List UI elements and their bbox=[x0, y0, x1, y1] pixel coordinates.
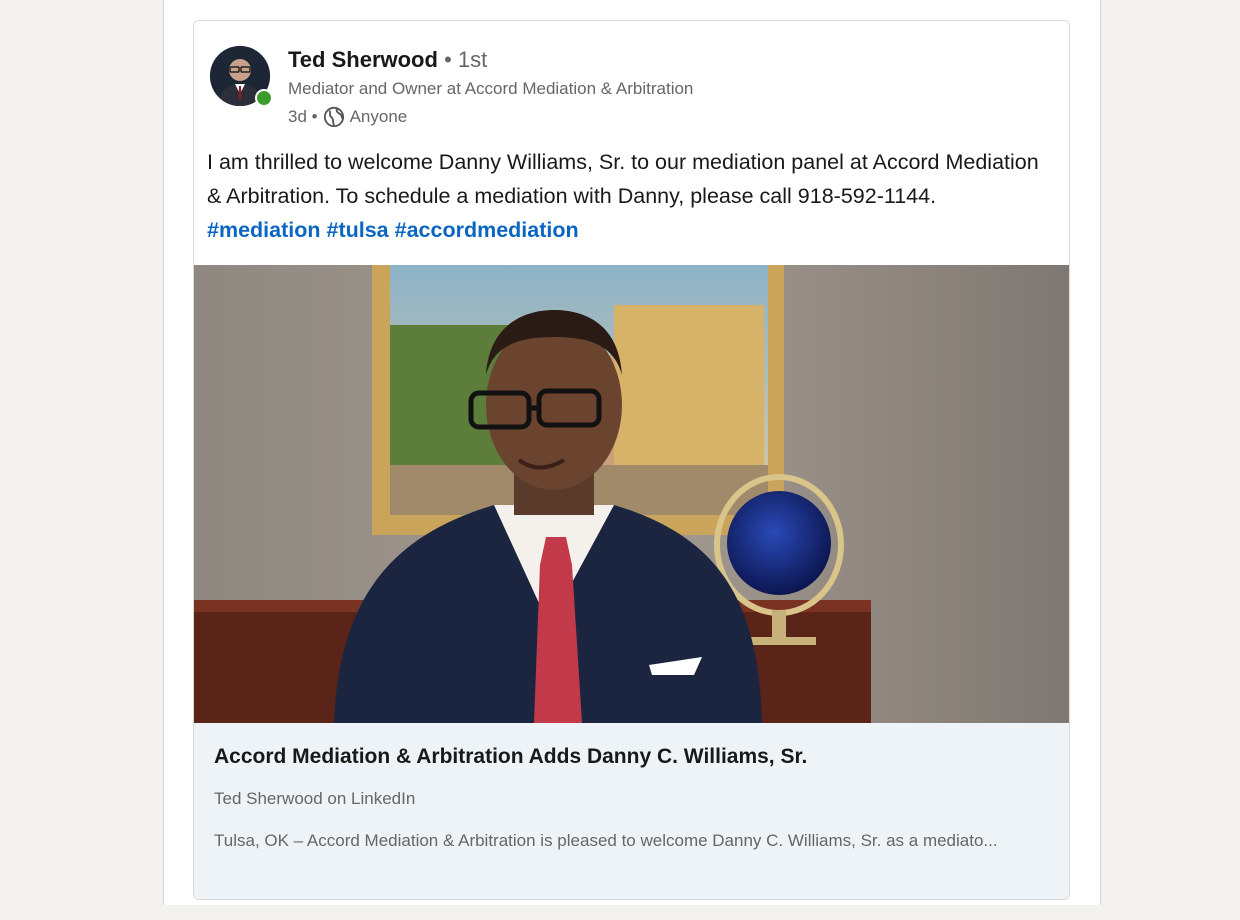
actor-name[interactable]: Ted Sherwood bbox=[288, 47, 438, 72]
post-meta: 3d • Anyone bbox=[288, 106, 407, 128]
globe-icon bbox=[323, 106, 344, 128]
online-status-icon bbox=[255, 89, 273, 107]
portrait-photo-icon bbox=[194, 265, 1069, 723]
article-title[interactable]: Accord Mediation & Arbitration Adds Dann… bbox=[214, 745, 807, 769]
feed-post: Ted Sherwood • 1st Mediator and Owner at… bbox=[193, 20, 1070, 900]
post-time: 3d • bbox=[288, 107, 318, 126]
hashtag-link[interactable]: #mediation bbox=[207, 218, 321, 242]
article-description: Tulsa, OK – Accord Mediation & Arbitrati… bbox=[214, 831, 998, 850]
hashtag-link[interactable]: #accordmediation bbox=[395, 218, 579, 242]
hashtag-link[interactable]: #tulsa bbox=[326, 218, 388, 242]
actor-headline: Mediator and Owner at Accord Mediation &… bbox=[288, 79, 694, 98]
connection-degree: • 1st bbox=[444, 47, 488, 72]
post-commentary: I am thrilled to welcome Danny Williams,… bbox=[207, 145, 1047, 247]
article-preview[interactable]: Accord Mediation & Arbitration Adds Dann… bbox=[194, 723, 1069, 899]
article-source: Ted Sherwood on LinkedIn bbox=[214, 789, 416, 808]
actor-name-row: Ted Sherwood • 1st bbox=[288, 47, 487, 73]
post-image[interactable] bbox=[194, 265, 1069, 723]
post-visibility: Anyone bbox=[349, 107, 408, 126]
post-body: I am thrilled to welcome Danny Williams,… bbox=[207, 150, 1039, 208]
